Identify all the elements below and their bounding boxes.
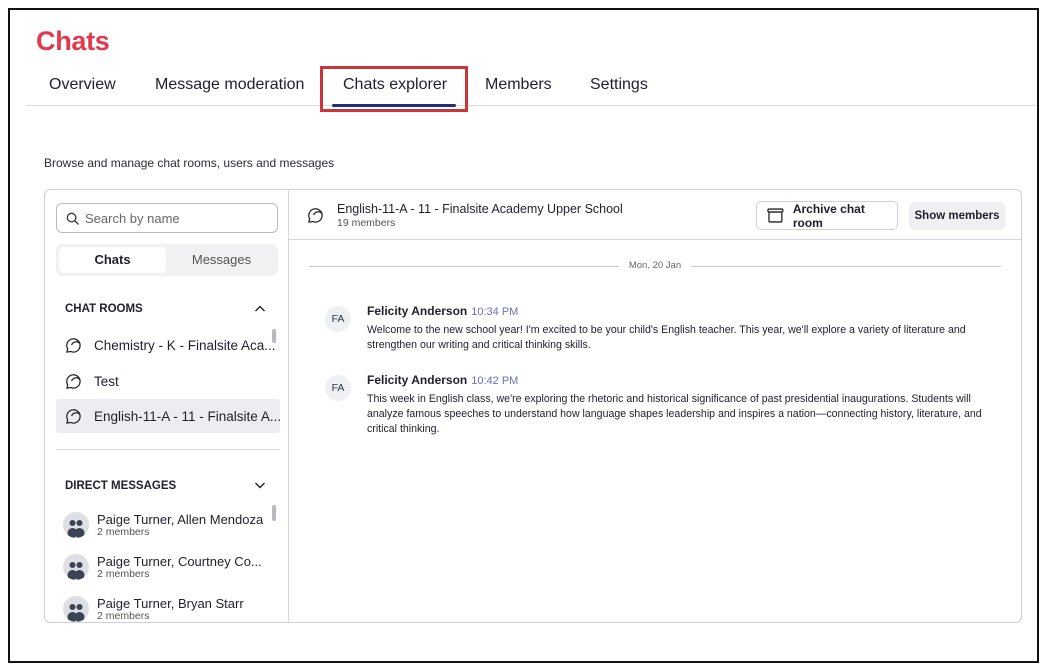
tab-members[interactable]: Members: [485, 76, 552, 94]
archive-chat-room-button[interactable]: Archive chat room: [756, 201, 898, 230]
rooms-scrollbar[interactable]: [272, 329, 276, 343]
archive-label: Archive chat room: [792, 201, 865, 230]
segment-messages[interactable]: Messages: [168, 247, 275, 273]
sidebar-room-test[interactable]: Test: [56, 364, 280, 398]
chat-list-sidebar: Chats Messages CHAT ROOMS Chemistry - K …: [45, 190, 289, 622]
message-author: Felicity Anderson: [367, 304, 468, 318]
message-author: Felicity Anderson: [367, 373, 468, 387]
avatar: FA: [325, 375, 351, 401]
chevron-up-icon[interactable]: [254, 304, 266, 313]
sidebar-room-chemistry[interactable]: Chemistry - K - Finalsite Aca...: [56, 328, 280, 362]
chat-rooms-heading: CHAT ROOMS: [65, 303, 143, 315]
chevron-down-icon[interactable]: [254, 481, 266, 490]
sidebar-room-english[interactable]: English-11-A - 11 - Finalsite A...: [56, 399, 280, 433]
room-title: English-11-A - 11 - Finalsite Academy Up…: [337, 202, 623, 216]
archive-box-icon: [767, 208, 784, 223]
search-box[interactable]: [56, 203, 278, 233]
dm-member-count: 2 members: [97, 609, 150, 622]
search-icon: [66, 212, 79, 225]
tab-message-moderation[interactable]: Message moderation: [155, 76, 304, 94]
dm-scrollbar[interactable]: [272, 505, 276, 521]
segment-chats[interactable]: Chats: [59, 247, 166, 273]
room-header: English-11-A - 11 - Finalsite Academy Up…: [289, 190, 1021, 240]
message-author-line: Felicity Anderson 10:42 PM: [367, 373, 518, 387]
message-text: This week in English class, we're explor…: [367, 393, 982, 435]
direct-messages-heading: DIRECT MESSAGES: [65, 480, 177, 492]
page-description: Browse and manage chat rooms, users and …: [44, 156, 335, 170]
group-avatar-icon: [63, 596, 89, 622]
dm-name: Paige Turner, Bryan Starr: [97, 595, 244, 611]
dm-item[interactable]: Paige Turner, Courtney Co... 2 members: [63, 550, 273, 584]
show-members-button[interactable]: Show members: [909, 202, 1005, 230]
chat-bubbles-icon: [66, 408, 81, 424]
chats-messages-toggle: Chats Messages: [56, 244, 278, 276]
chat-bubbles-icon: [66, 337, 81, 353]
dm-item[interactable]: Paige Turner, Bryan Starr 2 members: [63, 592, 273, 622]
date-separator: Mon, 20 Jan: [309, 260, 1001, 274]
room-label: Test: [94, 373, 119, 389]
chats-explorer-panel: Chats Messages CHAT ROOMS Chemistry - K …: [44, 189, 1022, 623]
group-avatar-icon: [63, 554, 89, 580]
dm-item[interactable]: Paige Turner, Allen Mendoza 2 members: [63, 508, 273, 542]
message-text: Welcome to the new school year! I'm exci…: [367, 324, 966, 351]
tab-overview[interactable]: Overview: [49, 76, 116, 94]
message-author-line: Felicity Anderson 10:34 PM: [367, 304, 518, 318]
dm-name: Paige Turner, Allen Mendoza: [97, 511, 264, 527]
dm-member-count: 2 members: [97, 567, 150, 580]
chat-bubbles-icon: [66, 373, 81, 389]
sidebar-divider: [56, 449, 280, 450]
room-label: English-11-A - 11 - Finalsite A...: [94, 408, 280, 424]
dm-member-count: 2 members: [97, 525, 150, 538]
group-avatar-icon: [63, 512, 89, 538]
date-text: Mon, 20 Jan: [618, 260, 692, 271]
message-time: 10:42 PM: [471, 375, 519, 387]
room-label: Chemistry - K - Finalsite Aca...: [94, 337, 276, 353]
search-input[interactable]: [85, 210, 265, 226]
chat-bubbles-icon: [308, 208, 323, 223]
tab-bar: Overview Message moderation Chats explor…: [26, 64, 1037, 107]
conversation-pane: English-11-A - 11 - Finalsite Academy Up…: [289, 190, 1021, 622]
room-member-count: 19 members: [337, 217, 396, 229]
avatar: FA: [325, 306, 351, 332]
highlight-annotation: [320, 66, 468, 112]
message-time: 10:34 PM: [471, 306, 519, 318]
tab-settings[interactable]: Settings: [590, 76, 648, 94]
dm-name: Paige Turner, Courtney Co...: [97, 553, 262, 569]
date-label: Mon, 20 Jan: [309, 260, 1001, 271]
page-title: Chats: [36, 26, 110, 56]
